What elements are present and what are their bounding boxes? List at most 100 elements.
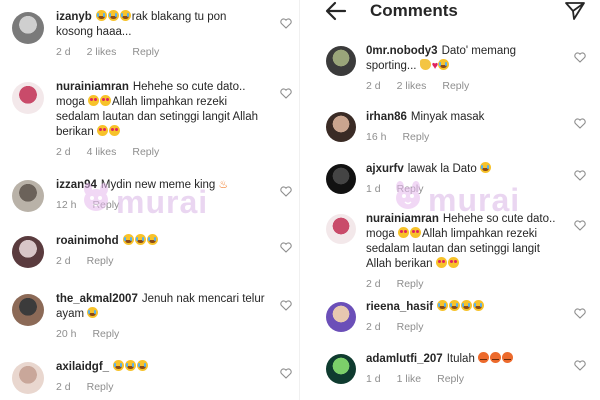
comments-header: Comments [300, 0, 600, 24]
send-icon[interactable] [564, 1, 586, 21]
laugh-emoji [461, 300, 473, 311]
reply-button[interactable]: Reply [442, 79, 469, 94]
avatar[interactable] [12, 294, 44, 326]
angry-emoji [478, 352, 490, 363]
back-arrow-icon[interactable] [324, 0, 348, 22]
laugh-emoji [113, 360, 125, 371]
heart-outline [574, 170, 586, 181]
reply-button[interactable]: Reply [402, 130, 429, 145]
comment-username[interactable]: axilaidgf_ [56, 361, 109, 373]
like-heart-icon[interactable] [574, 220, 586, 231]
comment-body: irhan86 Minyak masak 16 h Reply [366, 110, 562, 145]
comment-timestamp: 20 h [56, 328, 77, 340]
comment-username[interactable]: roainimohd [56, 235, 119, 247]
avatar[interactable] [12, 82, 44, 114]
like-heart-icon[interactable] [280, 186, 292, 197]
laugh-emoji [87, 307, 99, 318]
reply-button[interactable]: Reply [132, 145, 159, 160]
comment-body: nurainiamran Hehehe so cute dato.. moga A… [366, 212, 562, 292]
heart-outline [574, 220, 586, 231]
comment-likes-count[interactable]: 2 likes [87, 45, 117, 60]
comment-meta: 2 d Reply [56, 254, 266, 269]
angry-emoji [502, 352, 514, 363]
avatar[interactable] [326, 354, 356, 384]
reply-button[interactable]: Reply [437, 372, 464, 387]
like-heart-icon[interactable] [280, 300, 292, 311]
laugh-emoji [119, 10, 131, 21]
reply-button[interactable]: Reply [397, 182, 424, 197]
reply-button[interactable]: Reply [132, 45, 159, 60]
reply-button[interactable]: Reply [397, 277, 424, 292]
like-heart-icon[interactable] [280, 88, 292, 99]
comment-timestamp: 1 d [366, 183, 381, 195]
avatar[interactable] [12, 12, 44, 44]
comment-meta: 20 h Reply [56, 327, 266, 342]
heart-eyes-emoji [99, 95, 111, 106]
comment-timestamp: 1 d [366, 373, 381, 385]
heart-outline [280, 18, 292, 29]
comment-text: Itulah [446, 353, 479, 365]
comment-username[interactable]: adamlutfi_207 [366, 353, 443, 365]
like-heart-icon[interactable] [280, 242, 292, 253]
avatar[interactable] [326, 302, 356, 332]
avatar[interactable] [326, 112, 356, 142]
avatar[interactable] [12, 362, 44, 394]
reply-button[interactable]: Reply [92, 198, 119, 213]
comment-text-line: izanyb rak blakang tu pon kosong haaa... [56, 10, 266, 40]
comment-username[interactable]: izzan94 [56, 179, 97, 191]
comment-text-line: adamlutfi_207 Itulah [366, 352, 562, 367]
comment-text-line: rieena_hasif [366, 300, 562, 315]
laugh-emoji [137, 360, 149, 371]
comment-timestamp: 2 d [366, 278, 381, 290]
comment-username[interactable]: rieena_hasif [366, 301, 433, 313]
reply-button[interactable]: Reply [92, 327, 119, 342]
red-heart-emoji: ♥ [431, 60, 439, 72]
comment-likes-count[interactable]: 2 likes [397, 79, 427, 94]
comment-likes-count[interactable]: 1 like [397, 372, 422, 387]
heart-outline [280, 242, 292, 253]
heart-outline [280, 186, 292, 197]
like-heart-icon[interactable] [280, 18, 292, 29]
comment-meta: 2 d 2 likes Reply [56, 45, 266, 60]
avatar[interactable] [326, 46, 356, 76]
comment-meta: 2 d Reply [366, 277, 562, 292]
comment-username[interactable]: 0mr.nobody3 [366, 45, 438, 57]
heart-eyes-emoji [435, 257, 447, 268]
comment-meta: 1 d 1 like Reply [366, 372, 562, 387]
like-heart-icon[interactable] [574, 52, 586, 63]
comment-username[interactable]: irhan86 [366, 111, 407, 123]
like-heart-icon[interactable] [280, 368, 292, 379]
comment-body: rieena_hasif 2 d Reply [366, 300, 562, 335]
laugh-emoji [438, 59, 450, 70]
like-heart-icon[interactable] [574, 308, 586, 319]
avatar[interactable] [12, 236, 44, 268]
like-heart-icon[interactable] [574, 170, 586, 181]
page-title: Comments [370, 1, 458, 20]
avatar[interactable] [12, 180, 44, 212]
like-heart-icon[interactable] [574, 118, 586, 129]
laugh-emoji [107, 10, 119, 21]
heart-eyes-emoji [409, 227, 421, 238]
comment-text: lawak la Dato [407, 163, 480, 175]
comment-body: the_akmal2007 Jenuh nak mencari telur aya… [56, 292, 266, 342]
avatar[interactable] [326, 164, 356, 194]
heart-eyes-emoji [447, 257, 459, 268]
comment-username[interactable]: the_akmal2007 [56, 293, 138, 305]
comment-text-line: nurainiamran Hehehe so cute dato.. moga A… [366, 212, 562, 272]
like-heart-icon[interactable] [574, 360, 586, 371]
avatar[interactable] [326, 214, 356, 244]
reply-button[interactable]: Reply [397, 320, 424, 335]
reply-button[interactable]: Reply [87, 380, 114, 395]
comment-likes-count[interactable]: 4 likes [87, 145, 117, 160]
comment-text-line: nurainiamran Hehehe so cute dato.. moga A… [56, 80, 266, 140]
comment-username[interactable]: nurainiamran [366, 213, 439, 225]
comment-body: nurainiamran Hehehe so cute dato.. moga A… [56, 80, 266, 160]
laugh-emoji [125, 360, 137, 371]
comment-username[interactable]: ajxurfv [366, 163, 404, 175]
comment-timestamp: 12 h [56, 199, 77, 211]
comment-username[interactable]: nurainiamran [56, 81, 129, 93]
comment-text-line: izzan94 Mydin new meme king ♨ [56, 178, 266, 193]
reply-button[interactable]: Reply [87, 254, 114, 269]
comment-username[interactable]: izanyb [56, 11, 92, 23]
comment-meta: 12 h Reply [56, 198, 266, 213]
